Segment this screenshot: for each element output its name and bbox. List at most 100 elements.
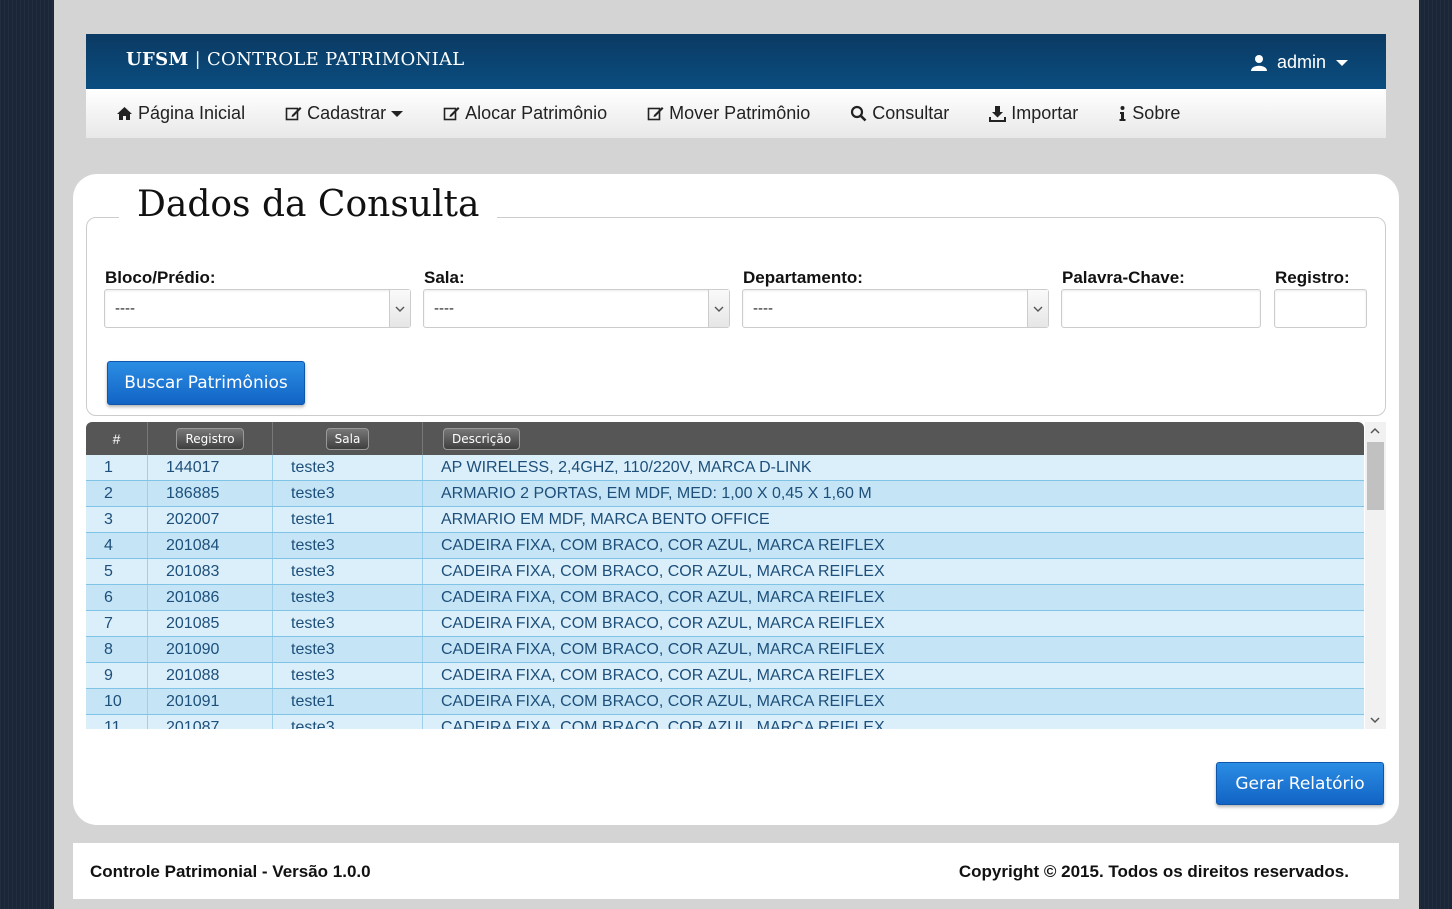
cell-sala: teste3 (273, 585, 423, 610)
sala-select[interactable]: ---- (423, 289, 730, 328)
cell-descricao: ARMARIO EM MDF, MARCA BENTO OFFICE (441, 510, 770, 528)
cell-sala: teste3 (273, 481, 423, 506)
consulta-fieldset: Dados da Consulta Bloco/Prédio: ---- Sal… (86, 184, 1386, 416)
user-menu[interactable]: admin (1250, 52, 1348, 73)
buscar-patrimonios-button[interactable]: Buscar Patrimônios (107, 361, 305, 405)
cell-descricao: CADEIRA FIXA, COM BRACO, COR AZUL, MARCA… (441, 640, 885, 658)
page-background: UFSM | CONTROLE PATRIMONIAL admin Página I… (54, 0, 1419, 909)
cell-registro: 201084 (148, 533, 273, 558)
nav-sobre[interactable]: Sobre (1118, 103, 1180, 124)
cell-number: 3 (86, 507, 148, 532)
sala-label: Sala: (424, 268, 465, 287)
cell-registro: 202007 (148, 507, 273, 532)
nav-consultar[interactable]: Consultar (850, 103, 949, 124)
table-row[interactable]: 8 201090 teste3 CADEIRA FIXA, COM BRACO, CO… (86, 637, 1364, 663)
cell-number: 9 (86, 663, 148, 688)
column-number: # (86, 422, 148, 455)
sort-descricao-button[interactable]: Descrição (443, 427, 521, 450)
cell-descricao: AP WIRELESS, 2,4GHZ, 110/220V, MARCA D-L… (441, 458, 812, 476)
edit-icon (285, 107, 302, 121)
chevron-down-icon (1336, 59, 1348, 66)
departamento-label: Departamento: (743, 268, 863, 287)
nav-alocar-patrimonio[interactable]: Alocar Patrimônio (443, 103, 607, 124)
nav-label: Consultar (872, 103, 950, 123)
chevron-down-icon (391, 110, 404, 117)
brand-separator: | (194, 49, 201, 70)
cell-number: 10 (86, 689, 148, 714)
download-icon (989, 106, 1007, 122)
table-row[interactable]: 7 201085 teste3 CADEIRA FIXA, COM BRACO, CO… (86, 611, 1364, 637)
chevron-down-icon (708, 290, 729, 327)
cell-number: 8 (86, 637, 148, 662)
table-row[interactable]: 3 202007 teste1 ARMARIO EM MDF, MARCA BENTO… (86, 507, 1364, 533)
cell-descricao: ARMARIO 2 PORTAS, EM MDF, MED: 1,00 X 0,… (441, 484, 872, 502)
table-row[interactable]: 2 186885 teste3 ARMARIO 2 PORTAS, EM MDF, M… (86, 481, 1364, 507)
cell-registro: 201083 (148, 559, 273, 584)
departamento-select[interactable]: ---- (742, 289, 1049, 328)
sort-sala-button[interactable]: Sala (325, 427, 370, 450)
home-icon (117, 107, 132, 120)
registro-input[interactable] (1274, 289, 1367, 328)
palavra-chave-label: Palavra-Chave: (1062, 268, 1185, 287)
table-row[interactable]: 5 201083 teste3 CADEIRA FIXA, COM BRACO, CO… (86, 559, 1364, 585)
cell-sala: teste3 (273, 715, 423, 729)
gerar-relatorio-button[interactable]: Gerar Relatório (1216, 762, 1384, 805)
search-icon (851, 105, 867, 122)
nav-pagina-inicial[interactable]: Página Inicial (116, 103, 245, 124)
cell-number: 2 (86, 481, 148, 506)
cell-registro: 201090 (148, 637, 273, 662)
table-scrollbar[interactable] (1365, 422, 1386, 729)
cell-descricao: CADEIRA FIXA, COM BRACO, COR AZUL, MARCA… (441, 692, 885, 710)
scroll-down-icon[interactable] (1370, 715, 1380, 725)
table-body: 1 144017 teste3 AP WIRELESS, 2,4GHZ, 110/22… (86, 455, 1364, 729)
column-sala[interactable]: Sala (273, 422, 423, 455)
scrollbar-thumb[interactable] (1367, 442, 1384, 510)
chevron-down-icon (389, 290, 410, 327)
footer-version: Controle Patrimonial - Versão 1.0.0 (90, 862, 371, 881)
cell-number: 11 (86, 715, 148, 729)
nav-label: Alocar Patrimônio (465, 103, 608, 123)
table-row[interactable]: 10 201091 teste1 CADEIRA FIXA, COM BRACO, C… (86, 689, 1364, 715)
nav-mover-patrimonio[interactable]: Mover Patrimônio (647, 103, 810, 124)
cell-descricao: CADEIRA FIXA, COM BRACO, COR AZUL, MARCA… (441, 536, 885, 554)
user-name: admin (1276, 52, 1326, 72)
table-row[interactable]: 11 201087 teste3 CADEIRA FIXA, COM BRACO, C… (86, 715, 1364, 729)
table-row[interactable]: 6 201086 teste3 CADEIRA FIXA, COM BRACO, CO… (86, 585, 1364, 611)
nav-label: Importar (1011, 103, 1079, 123)
main-nav: Página Inicial Cadastrar Alocar Patrimôn… (86, 89, 1386, 138)
cell-number: 1 (86, 455, 148, 480)
column-registro[interactable]: Registro (148, 422, 273, 455)
edit-icon (443, 107, 460, 121)
brand-logo: UFSM | CONTROLE PATRIMONIAL (126, 49, 465, 70)
nav-label: Cadastrar (307, 103, 387, 123)
footer: Controle Patrimonial - Versão 1.0.0 Copy… (73, 843, 1399, 899)
cell-sala: teste3 (273, 663, 423, 688)
table-row[interactable]: 1 144017 teste3 AP WIRELESS, 2,4GHZ, 110/22… (86, 455, 1364, 481)
bloco-label: Bloco/Prédio: (105, 268, 216, 287)
cell-descricao: CADEIRA FIXA, COM BRACO, COR AZUL, MARCA… (441, 562, 885, 580)
cell-sala: teste3 (273, 455, 423, 480)
palavra-chave-input[interactable] (1061, 289, 1261, 328)
column-descricao[interactable]: Descrição (423, 422, 1364, 455)
footer-copyright: Copyright © 2015. Todos os direitos rese… (958, 862, 1349, 881)
header-banner: UFSM | CONTROLE PATRIMONIAL admin (86, 34, 1386, 89)
departamento-select-value: ---- (753, 300, 773, 317)
cell-number: 7 (86, 611, 148, 636)
sort-registro-button[interactable]: Registro (176, 427, 244, 450)
cell-descricao: CADEIRA FIXA, COM BRACO, COR AZUL, MARCA… (441, 588, 885, 606)
cell-sala: teste3 (273, 559, 423, 584)
table-header: # Registro Sala Descrição (86, 422, 1364, 455)
edit-icon (647, 107, 664, 121)
cell-registro: 201085 (148, 611, 273, 636)
nav-importar[interactable]: Importar (989, 103, 1078, 124)
table-row[interactable]: 4 201084 teste3 CADEIRA FIXA, COM BRACO, CO… (86, 533, 1364, 559)
brand-ufsm: UFSM (126, 49, 189, 70)
cell-sala: teste3 (273, 611, 423, 636)
table-row[interactable]: 9 201088 teste3 CADEIRA FIXA, COM BRACO, CO… (86, 663, 1364, 689)
bloco-select[interactable]: ---- (104, 289, 411, 328)
nav-cadastrar[interactable]: Cadastrar (285, 103, 404, 124)
registro-label: Registro: (1275, 268, 1350, 287)
cell-number: 6 (86, 585, 148, 610)
cell-descricao: CADEIRA FIXA, COM BRACO, COR AZUL, MARCA… (441, 666, 885, 684)
scroll-up-icon[interactable] (1370, 426, 1380, 436)
